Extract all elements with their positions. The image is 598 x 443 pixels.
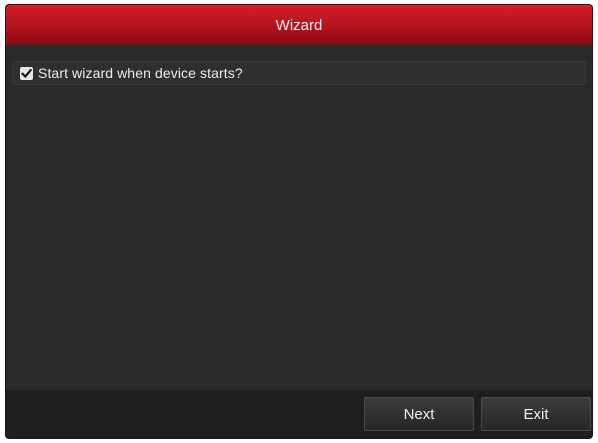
dialog-title: Wizard bbox=[275, 16, 323, 34]
next-button[interactable]: Next bbox=[364, 397, 474, 431]
start-wizard-checkbox[interactable] bbox=[20, 66, 33, 80]
start-wizard-label: Start wizard when device starts? bbox=[38, 65, 243, 81]
dialog-body: Start wizard when device starts? bbox=[6, 45, 592, 390]
start-wizard-option-row[interactable]: Start wizard when device starts? bbox=[12, 61, 586, 85]
title-bar: Wizard bbox=[6, 5, 592, 45]
exit-button[interactable]: Exit bbox=[481, 397, 591, 431]
dialog-footer: Next Exit bbox=[6, 390, 592, 438]
wizard-dialog: Wizard Start wizard when device starts? … bbox=[6, 5, 592, 438]
checkmark-icon bbox=[21, 68, 32, 78]
